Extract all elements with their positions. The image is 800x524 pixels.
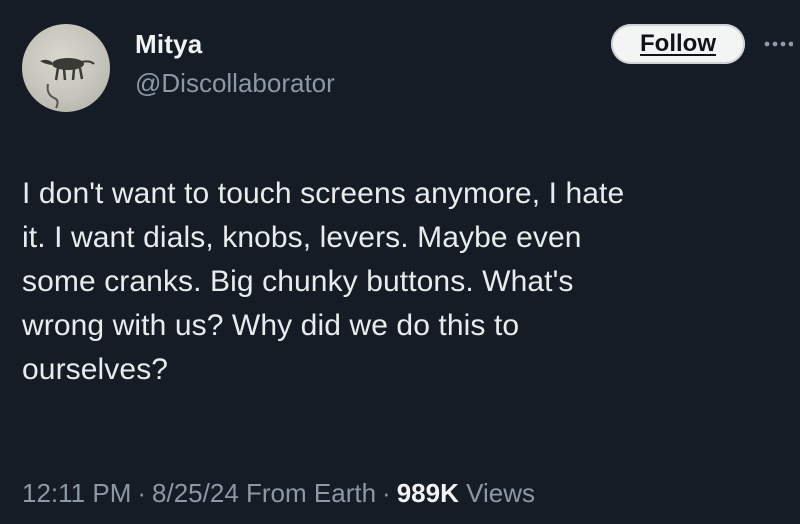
tweet-text-line: wrong with us? Why did we do this to [22,309,520,342]
tweet-text-line: I don't want to touch screens anymore, I… [22,177,625,210]
tweet-source: From Earth [246,478,377,508]
tweet-metadata: 12:11 PM · 8/25/24 From Earth · 989K Views [22,478,535,509]
views-label: Views [466,478,535,508]
tweet-text-line: some cranks. Big chunky buttons. What's [22,265,574,298]
meta-separator: · [137,478,147,508]
tweet-time[interactable]: 12:11 PM [22,478,131,508]
tweet-card: Mitya @Discollaborator Follow I don't wa… [0,0,800,524]
tweet-date[interactable]: 8/25/24 [152,478,239,508]
animal-figure-icon [40,58,95,109]
follow-button[interactable]: Follow [611,24,745,64]
display-name[interactable]: Mitya [135,29,202,60]
user-handle[interactable]: @Discollaborator [135,68,335,99]
avatar[interactable] [22,24,110,112]
tweet-text: I don't want to touch screens anymore, I… [22,172,792,392]
meta-separator: · [382,478,391,508]
views-count[interactable]: 989K [397,478,459,508]
tweet-text-line: it. I want dials, knobs, levers. Maybe e… [22,221,582,254]
tweet-text-line: ourselves? [22,353,169,386]
more-horizontal-icon[interactable] [763,38,793,50]
